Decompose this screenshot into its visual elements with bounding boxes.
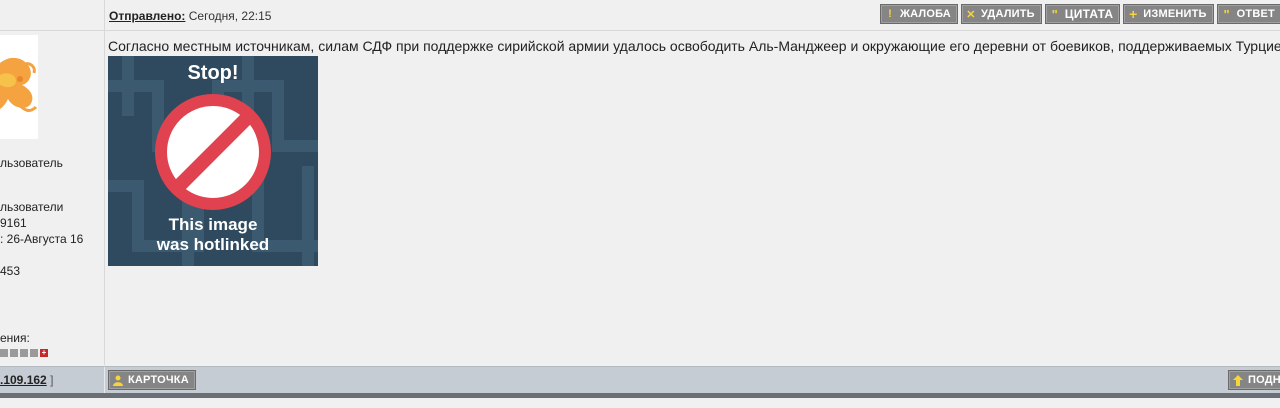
quote-label: ЦИТАТА — [1064, 7, 1114, 21]
ip-address: .109.162 ] — [0, 373, 53, 387]
profile-card-label: КАРТОЧКА — [128, 374, 189, 386]
reply-label: ОТВЕТ — [1236, 8, 1275, 20]
footer-divider — [104, 367, 105, 393]
delete-label: УДАЛИТЬ — [980, 8, 1035, 20]
avatar[interactable] — [0, 35, 38, 139]
user-group-secondary: льзователи — [0, 200, 64, 214]
arrow-up-icon — [1233, 374, 1243, 386]
post-footer: .109.162 ] КАРТОЧКА ПОДН — [0, 366, 1280, 393]
reputation-plus-icon[interactable]: + — [40, 349, 48, 357]
reputation-square — [30, 349, 38, 357]
posted-time: Сегодня, 22:15 — [188, 9, 272, 23]
profile-card-button[interactable]: КАРТОЧКА — [108, 370, 196, 390]
hotlink-title: Stop! — [187, 62, 239, 84]
ip-link[interactable]: .109.162 — [0, 373, 47, 387]
user-group: льзователь — [0, 156, 63, 170]
delete-button[interactable]: ✕ УДАЛИТЬ — [960, 4, 1042, 24]
post-meta: Отправлено: Сегодня, 22:15 — [109, 9, 271, 23]
hotlink-line2: was hotlinked — [156, 235, 270, 254]
reputation-square — [0, 349, 8, 357]
bottom-separator — [0, 393, 1280, 398]
edit-label: ИЗМЕНИТЬ — [1143, 8, 1207, 20]
report-button[interactable]: ! ЖАЛОБА — [880, 4, 958, 24]
reputation-square — [10, 349, 18, 357]
quote-icon: " — [1051, 6, 1058, 22]
exclamation-icon: ! — [888, 8, 892, 20]
plus-icon: + — [1129, 6, 1138, 22]
user-number: 453 — [0, 264, 21, 278]
quote-icon: " — [1223, 6, 1230, 22]
quote-button[interactable]: " ЦИТАТА — [1044, 4, 1121, 24]
x-icon: ✕ — [966, 8, 976, 21]
post-text: Согласно местным источникам, силам СДФ п… — [108, 38, 1280, 54]
reply-button[interactable]: " ОТВЕТ — [1216, 4, 1280, 24]
header-divider — [104, 0, 105, 30]
report-label: ЖАЛОБА — [900, 8, 951, 20]
user-posts: 9161 — [0, 216, 27, 230]
scroll-up-button[interactable]: ПОДН — [1228, 370, 1280, 390]
hotlink-line1: This image — [168, 215, 258, 234]
post-header: Отправлено: Сегодня, 22:15 ! ЖАЛОБА ✕ УД… — [0, 0, 1280, 31]
warnings-label: ения: — [0, 331, 30, 345]
edit-button[interactable]: + ИЗМЕНИТЬ — [1123, 4, 1214, 24]
hotlink-image: Stop! This image was hotlinked — [108, 56, 318, 266]
reputation-square — [20, 349, 28, 357]
user-registered: : 26-Августа 16 — [0, 232, 84, 246]
post-body: Согласно местным источникам, силам СДФ п… — [105, 31, 1280, 365]
ip-bracket: ] — [50, 373, 54, 387]
avatar-image — [0, 35, 38, 139]
post-actions: ! ЖАЛОБА ✕ УДАЛИТЬ " ЦИТАТА + ИЗМЕНИТЬ "… — [880, 4, 1280, 24]
reputation-bar: + — [0, 349, 48, 357]
posted-label[interactable]: Отправлено: — [109, 9, 185, 23]
user-icon — [113, 375, 123, 386]
user-sidebar: льзователь льзователи 9161 : 26-Августа … — [0, 31, 105, 365]
scroll-up-label: ПОДН — [1248, 374, 1280, 386]
